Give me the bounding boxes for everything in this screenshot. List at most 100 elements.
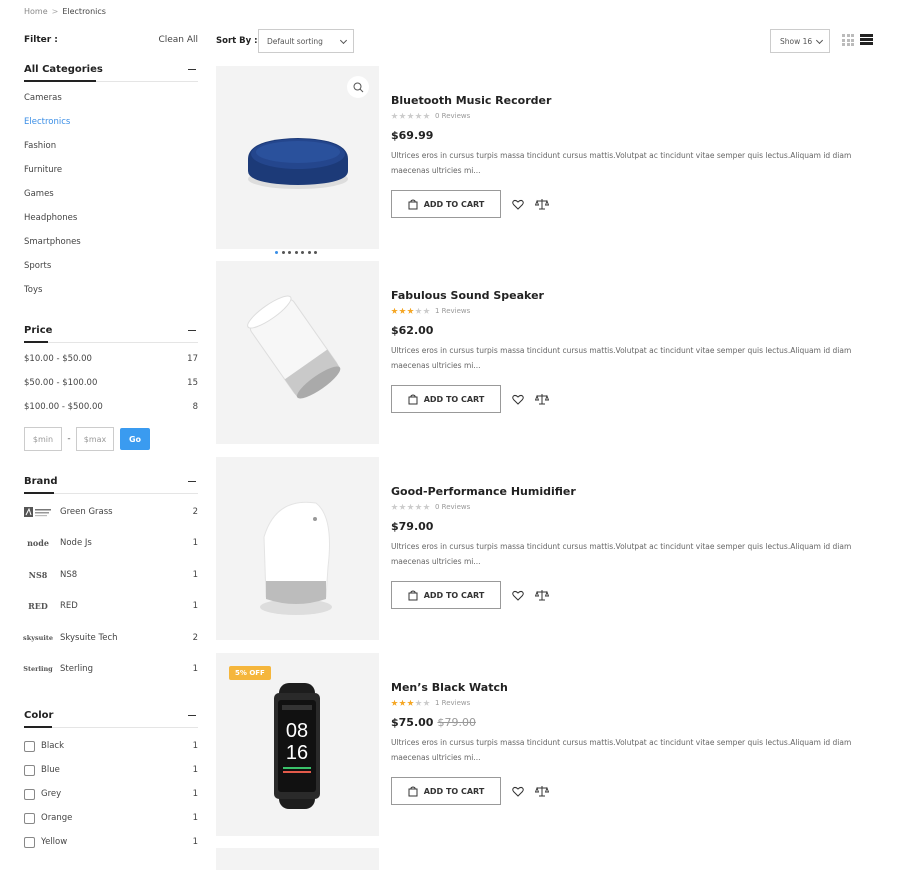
color-header[interactable]: Color bbox=[24, 710, 198, 728]
brand-item[interactable]: node Node Js 1 bbox=[24, 528, 198, 560]
product-title[interactable]: Fabulous Sound Speaker bbox=[391, 289, 876, 302]
color-checkbox[interactable] bbox=[24, 836, 35, 848]
review-count[interactable]: 1 Reviews bbox=[435, 699, 470, 707]
min-price-input[interactable]: $min bbox=[24, 427, 62, 451]
category-item[interactable]: Furniture bbox=[24, 162, 198, 186]
product-toolbar: Sort By : Default sorting Show 16 bbox=[216, 29, 876, 53]
clean-all-link[interactable]: Clean All bbox=[158, 35, 198, 45]
color-count: 1 bbox=[192, 789, 198, 799]
show-count-select[interactable]: Show 16 bbox=[770, 29, 830, 53]
product-title[interactable]: Men’s Black Watch bbox=[391, 681, 876, 694]
carousel-dot[interactable] bbox=[314, 251, 317, 254]
brand-item-left: skysuite Skysuite Tech bbox=[23, 631, 118, 645]
collapse-icon[interactable] bbox=[188, 481, 196, 482]
color-checkbox[interactable] bbox=[24, 740, 35, 752]
price-range-item[interactable]: $50.00 - $100.00 15 bbox=[24, 375, 198, 399]
color-item[interactable]: Black 1 bbox=[24, 734, 198, 758]
brand-item[interactable]: skysuite Skysuite Tech 2 bbox=[23, 622, 198, 654]
product-image[interactable] bbox=[216, 261, 379, 444]
compare-icon[interactable] bbox=[535, 588, 549, 602]
category-item[interactable]: Fashion bbox=[24, 138, 198, 162]
brand-item[interactable]: NS8 NS8 1 bbox=[24, 559, 198, 591]
wishlist-heart-icon[interactable] bbox=[511, 588, 525, 602]
carousel-dot[interactable] bbox=[307, 251, 311, 254]
color-label: Black bbox=[41, 741, 64, 751]
list-view-icon[interactable] bbox=[860, 34, 873, 46]
product-title[interactable]: Good-Performance Humidifier bbox=[391, 485, 876, 498]
review-count[interactable]: 1 Reviews bbox=[435, 307, 470, 315]
product-card bbox=[216, 848, 876, 870]
product-image[interactable] bbox=[216, 66, 379, 249]
product-image[interactable] bbox=[216, 848, 379, 870]
current-price: $69.99 bbox=[391, 129, 434, 142]
category-item[interactable]: Cameras bbox=[24, 90, 198, 114]
price-range-item[interactable]: $100.00 - $500.00 8 bbox=[24, 399, 198, 423]
add-to-cart-button[interactable]: ADD TO CART bbox=[391, 190, 501, 218]
categories-header[interactable]: All Categories bbox=[24, 64, 198, 82]
add-to-cart-button[interactable]: ADD TO CART bbox=[391, 581, 501, 609]
star-icon bbox=[423, 307, 430, 314]
color-item[interactable]: Blue 1 bbox=[24, 758, 198, 782]
breadcrumb-home[interactable]: Home bbox=[24, 7, 48, 16]
color-checkbox[interactable] bbox=[24, 812, 35, 824]
star-icon bbox=[391, 503, 398, 510]
brand-count: 1 bbox=[192, 569, 198, 580]
color-checkbox[interactable] bbox=[24, 788, 35, 800]
cart-icon bbox=[408, 786, 424, 797]
brand-count: 1 bbox=[192, 601, 198, 612]
category-item[interactable]: Headphones bbox=[24, 210, 198, 234]
carousel-dot[interactable] bbox=[275, 251, 278, 254]
category-item[interactable]: Games bbox=[24, 186, 198, 210]
category-item[interactable]: Electronics bbox=[24, 114, 198, 138]
go-button[interactable]: Go bbox=[120, 428, 150, 450]
image-carousel-dots[interactable] bbox=[275, 251, 321, 254]
grid-view-icon[interactable] bbox=[842, 34, 854, 46]
brand-item-left: NS8 NS8 bbox=[24, 568, 78, 582]
product-info: Men’s Black Watch 1 Reviews $75.00 $79.00 Ul… bbox=[391, 653, 876, 805]
brand-header[interactable]: Brand bbox=[24, 476, 198, 494]
category-item[interactable]: Smartphones bbox=[24, 234, 198, 258]
wishlist-heart-icon[interactable] bbox=[511, 197, 525, 211]
wishlist-heart-icon[interactable] bbox=[511, 392, 525, 406]
color-label: Orange bbox=[41, 813, 73, 823]
zoom-icon[interactable] bbox=[347, 76, 369, 98]
category-item[interactable]: Toys bbox=[24, 282, 198, 306]
brand-label: NS8 bbox=[60, 569, 78, 580]
price-range-item[interactable]: $10.00 - $50.00 17 bbox=[24, 351, 198, 375]
compare-icon[interactable] bbox=[535, 784, 549, 798]
product-info: Good-Performance Humidifier 0 Reviews $79.… bbox=[391, 457, 876, 609]
collapse-icon[interactable] bbox=[188, 715, 196, 716]
add-to-cart-button[interactable]: ADD TO CART bbox=[391, 385, 501, 413]
product-image[interactable]: 08 16 5% OFF bbox=[216, 653, 379, 836]
price-inputs: $min - $max Go bbox=[24, 427, 198, 451]
category-item[interactable]: Sports bbox=[24, 258, 198, 282]
compare-icon[interactable] bbox=[535, 197, 549, 211]
sort-select[interactable]: Default sorting bbox=[258, 29, 354, 53]
carousel-dot[interactable] bbox=[301, 251, 304, 254]
review-count[interactable]: 0 Reviews bbox=[435, 112, 470, 120]
review-count[interactable]: 0 Reviews bbox=[435, 503, 470, 511]
add-to-cart-button[interactable]: ADD TO CART bbox=[391, 777, 501, 805]
brand-title: Brand bbox=[24, 476, 58, 487]
color-item[interactable]: Grey 1 bbox=[24, 782, 198, 806]
product-title[interactable]: Bluetooth Music Recorder bbox=[391, 94, 876, 107]
price-header[interactable]: Price bbox=[24, 325, 198, 343]
brand-item[interactable]: Green Grass 2 bbox=[24, 496, 198, 528]
color-checkbox[interactable] bbox=[24, 764, 35, 776]
compare-icon[interactable] bbox=[535, 392, 549, 406]
product-rating: 0 Reviews bbox=[391, 111, 876, 121]
carousel-dot[interactable] bbox=[294, 251, 298, 254]
max-price-input[interactable]: $max bbox=[76, 427, 114, 451]
carousel-dot[interactable] bbox=[281, 251, 285, 254]
carousel-dot[interactable] bbox=[288, 251, 291, 254]
product-actions: ADD TO CART bbox=[391, 777, 876, 805]
brand-item[interactable]: RED RED 1 bbox=[24, 591, 198, 623]
color-item[interactable]: Orange 1 bbox=[24, 806, 198, 830]
color-item[interactable]: Yellow 1 bbox=[24, 830, 198, 854]
collapse-icon[interactable] bbox=[188, 69, 196, 70]
brand-item[interactable]: Sterling Sterling 1 bbox=[23, 654, 198, 686]
wishlist-heart-icon[interactable] bbox=[511, 784, 525, 798]
collapse-icon[interactable] bbox=[188, 330, 196, 331]
product-image[interactable] bbox=[216, 457, 379, 640]
star-icon bbox=[415, 699, 422, 706]
